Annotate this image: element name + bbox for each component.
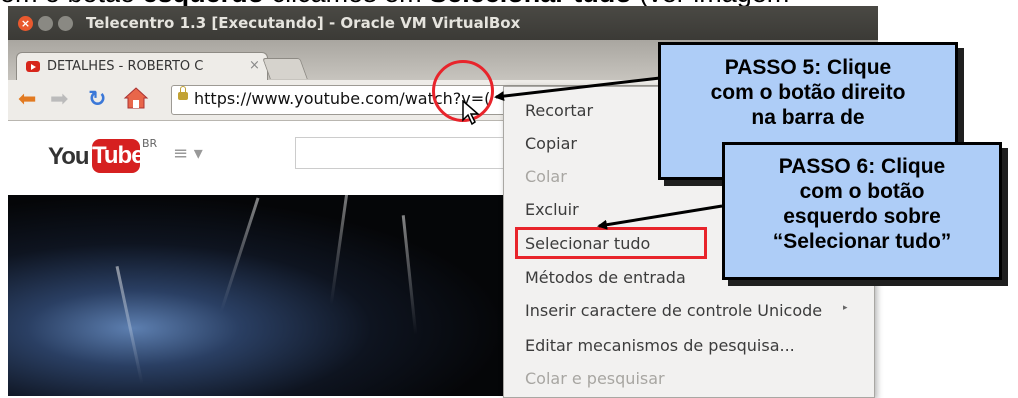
annotation-arrows bbox=[494, 76, 723, 230]
step6-arrow bbox=[597, 204, 723, 230]
step5-arrow bbox=[494, 76, 661, 102]
